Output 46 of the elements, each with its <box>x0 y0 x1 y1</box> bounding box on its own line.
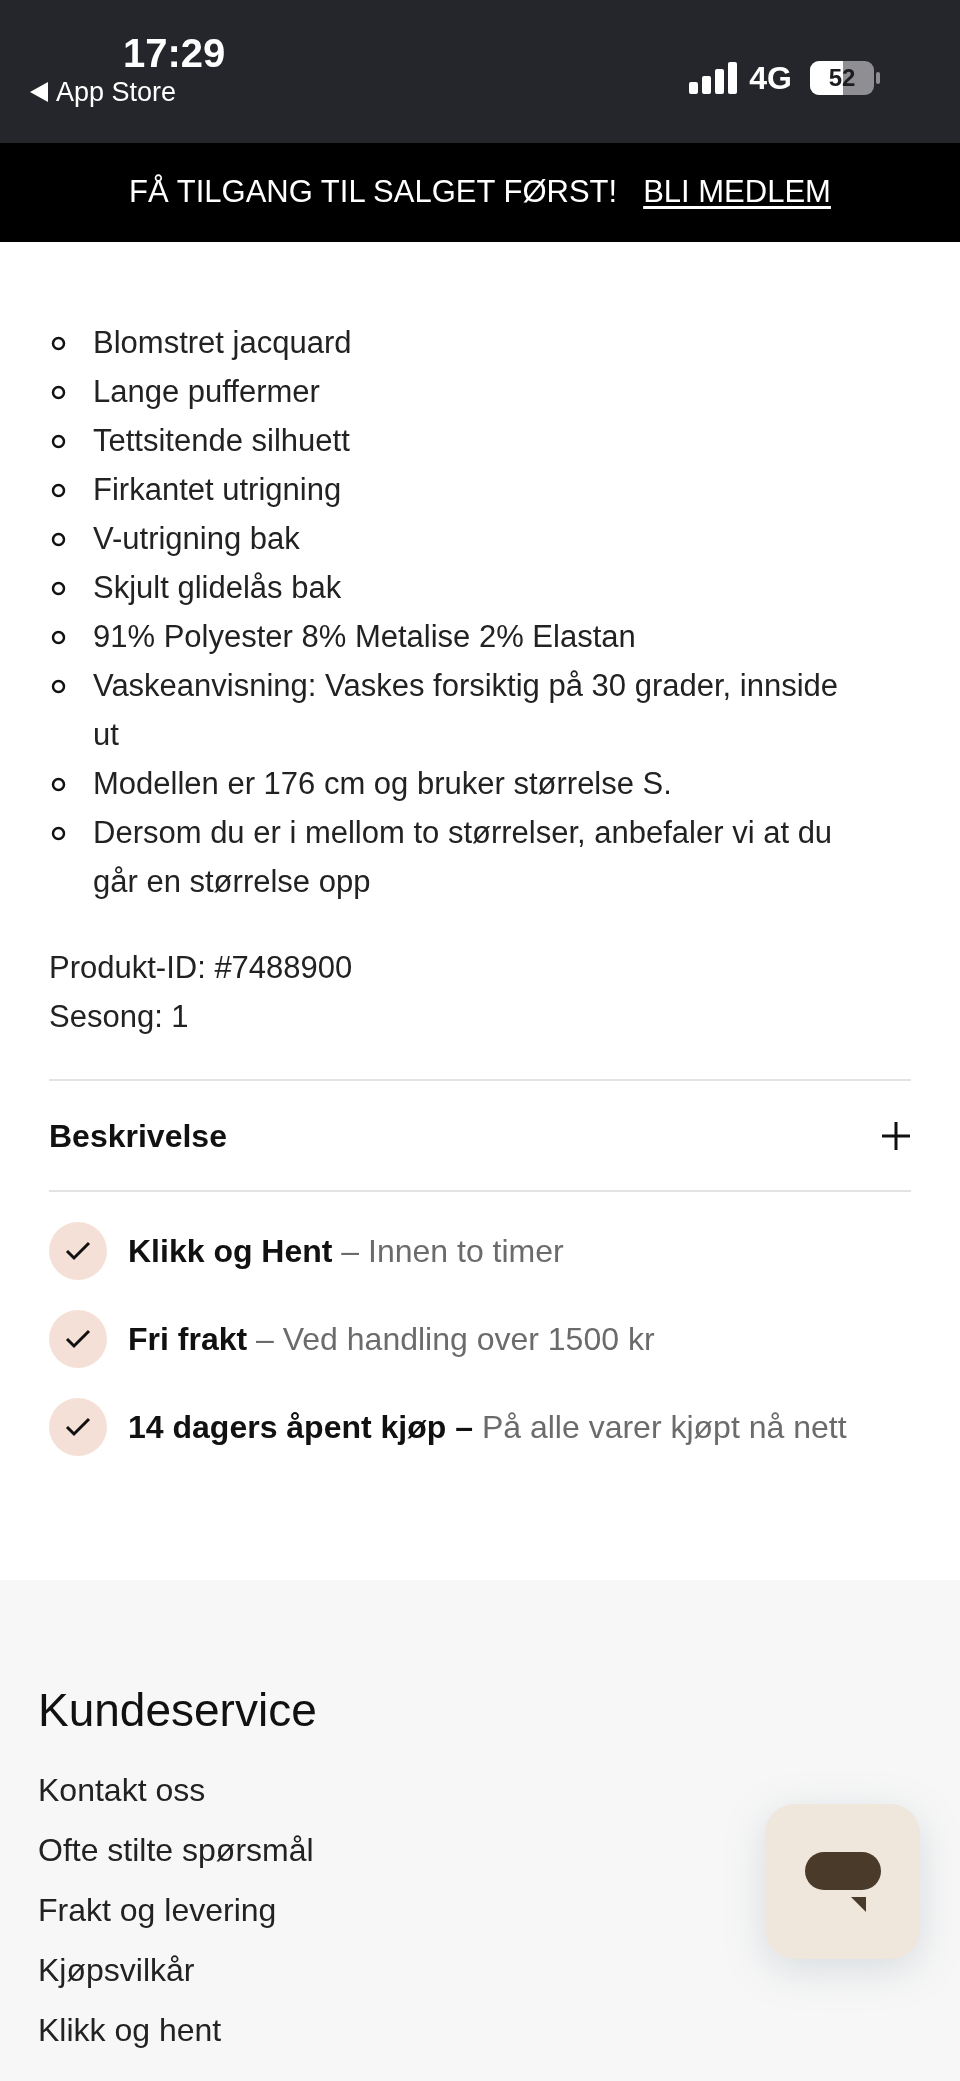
detail-text: Modellen er 176 cm og bruker størrelse S. <box>93 765 672 803</box>
detail-text: Lange puffermer <box>93 373 320 411</box>
bullet-icon <box>51 581 66 596</box>
member-link[interactable]: BLI MEDLEM <box>643 169 831 216</box>
clock-time: 17:29 <box>123 30 226 76</box>
benefit-text: Klikk og Hent – Innen to timer <box>128 1232 564 1271</box>
detail-text: Dersom du er i mellom to størrelser, anbefaler vi at du går en størrelse opp <box>93 814 834 901</box>
battery-tip-icon <box>876 72 880 84</box>
footer-link[interactable]: Ofte stilte spørsmål <box>38 1820 314 1880</box>
bullet-icon <box>51 826 66 841</box>
detail-text: Skjult glidelås bak <box>93 569 342 607</box>
back-triangle-icon <box>30 82 48 102</box>
check-icon <box>49 1398 107 1456</box>
detail-text: Firkantet utrigning <box>93 471 342 509</box>
bullet-icon <box>51 434 66 449</box>
product-meta: Sesong: 1 <box>49 998 190 1036</box>
detail-text: Tettsitende silhuett <box>93 422 350 460</box>
network-label: 4G <box>749 59 792 98</box>
footer-link[interactable]: Kontakt oss <box>38 1760 206 1820</box>
benefit-text: 14 dagers åpent kjøp – På alle varer kjøpt nå nett <box>128 1408 847 1447</box>
footer-heading: Kundeservice <box>38 1683 318 1738</box>
check-icon <box>49 1310 107 1368</box>
bullet-icon <box>51 385 66 400</box>
bullet-icon <box>51 336 66 351</box>
chat-button[interactable] <box>765 1804 920 1959</box>
detail-text: Blomstret jacquard <box>93 324 352 362</box>
speech-bubble-icon <box>804 1851 881 1912</box>
footer-link[interactable]: Frakt og levering <box>38 1880 277 1940</box>
description-accordion[interactable]: Beskrivelse <box>49 1079 911 1192</box>
detail-text: 91% Polyester 8% Metalise 2% Elastan <box>93 618 636 656</box>
bullet-icon <box>51 483 66 498</box>
back-link[interactable]: App Store <box>30 76 177 108</box>
product-meta: Produkt-ID: #7488900 <box>49 949 354 987</box>
signal-icon <box>689 62 738 94</box>
check-icon <box>49 1222 107 1280</box>
battery-indicator: 52 <box>810 61 874 95</box>
footer-link[interactable]: Klikk og hent <box>38 2000 222 2060</box>
bullet-icon <box>51 679 66 694</box>
detail-text: V-utrigning bak <box>93 520 300 558</box>
bullet-icon <box>51 532 66 547</box>
benefit-text: Fri frakt – Ved handling over 1500 kr <box>128 1320 655 1359</box>
detail-text: Vaskeanvisning: Vaskes forsiktig på 30 grader, innside ut <box>93 667 839 754</box>
footer-link[interactable]: Kjøpsvilkår <box>38 1940 195 2000</box>
banner-text: FÅ TILGANG TIL SALGET FØRST! <box>129 173 618 212</box>
bullet-icon <box>51 630 66 645</box>
bullet-icon <box>51 777 66 792</box>
